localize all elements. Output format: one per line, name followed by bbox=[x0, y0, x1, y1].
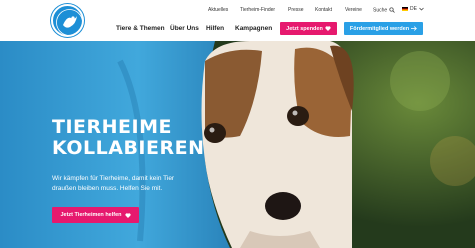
search-label: Suche bbox=[373, 7, 388, 14]
top-link-kontakt[interactable]: Kontakt bbox=[315, 7, 332, 13]
german-flag-icon bbox=[402, 7, 408, 11]
site-header: Aktuelles Tierheim-Finder Presse Kontakt… bbox=[0, 0, 475, 41]
nav-kampagnen[interactable]: Kampagnen bbox=[235, 25, 272, 32]
language-switcher[interactable]: DE bbox=[402, 6, 424, 12]
help-shelters-label: Jetzt Tierheimen helfen bbox=[60, 212, 122, 218]
hero-description: Wir kämpfen für Tierheime, damit kein Ti… bbox=[52, 175, 175, 192]
language-label: DE bbox=[410, 6, 417, 12]
heart-icon bbox=[325, 26, 331, 31]
top-link-aktuelles[interactable]: Aktuelles bbox=[208, 7, 228, 13]
hero-title-line-2: KOLLABIEREN bbox=[52, 137, 205, 159]
top-link-vereine[interactable]: Vereine bbox=[345, 7, 362, 13]
nav-hilfen[interactable]: Hilfen bbox=[206, 25, 224, 32]
arrow-right-icon bbox=[411, 26, 418, 31]
donate-label: Jetzt spenden bbox=[286, 25, 323, 32]
nav-tiere-themen[interactable]: Tiere & Themen bbox=[116, 25, 165, 32]
membership-button[interactable]: Fördermitglied werden bbox=[344, 22, 423, 35]
hero-title: TIERHEIME KOLLABIEREN bbox=[52, 117, 204, 159]
top-link-suche[interactable]: Suche bbox=[373, 7, 395, 13]
heart-icon bbox=[124, 212, 131, 218]
donate-button[interactable]: Jetzt spenden bbox=[280, 22, 337, 35]
nav-ueber-uns[interactable]: Über Uns bbox=[170, 25, 199, 32]
chevron-down-icon bbox=[419, 7, 424, 11]
membership-label: Fördermitglied werden bbox=[349, 25, 410, 32]
tierschutzbund-logo-icon bbox=[56, 9, 83, 36]
search-icon bbox=[389, 7, 395, 13]
top-link-tierheim-finder[interactable]: Tierheim-Finder bbox=[240, 7, 275, 13]
help-shelters-button[interactable]: Jetzt Tierheimen helfen bbox=[52, 207, 139, 223]
hero-title-line-1: TIERHEIME bbox=[52, 116, 172, 138]
top-link-presse[interactable]: Presse bbox=[288, 7, 304, 13]
hero-banner: TIERHEIME KOLLABIEREN Wir kämpfen für Ti… bbox=[0, 41, 475, 248]
logo[interactable] bbox=[51, 4, 84, 37]
